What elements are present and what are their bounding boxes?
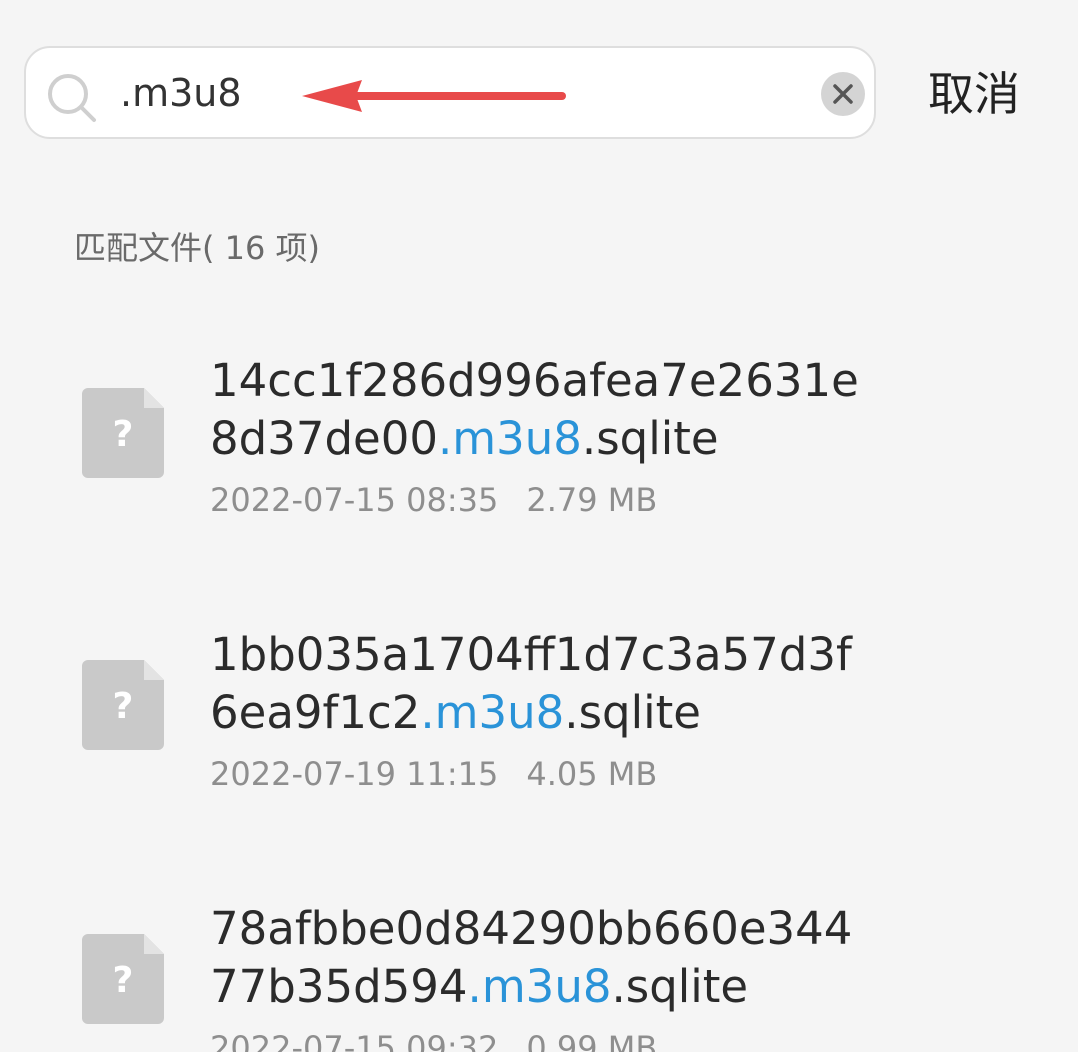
file-date: 2022-07-15 08:35	[210, 481, 499, 519]
unknown-file-icon: ?	[82, 388, 164, 478]
file-date: 2022-07-15 09:32	[210, 1029, 499, 1052]
file-name: 1bb035a1704ff1d7c3a57d3f 6ea9f1c2.m3u8.s…	[210, 628, 852, 739]
file-meta: 2022-07-15 08:35 2.79 MB	[210, 480, 657, 520]
section-heading: 匹配文件( 16 项)	[74, 229, 321, 267]
unknown-file-icon: ?	[82, 660, 164, 750]
file-date: 2022-07-19 11:15	[210, 755, 499, 793]
svg-text:?: ?	[113, 686, 134, 727]
file-name: 78afbbe0d84290bb660e344 77b35d594.m3u8.s…	[210, 902, 853, 1013]
file-meta: 2022-07-19 11:15 4.05 MB	[210, 754, 657, 794]
file-size: 4.05 MB	[526, 755, 658, 793]
file-size: 0.99 MB	[526, 1029, 658, 1052]
search-box[interactable]	[24, 46, 876, 139]
annotation-arrow	[302, 80, 566, 112]
close-icon	[833, 84, 853, 104]
file-meta: 2022-07-15 09:32 0.99 MB	[210, 1028, 657, 1052]
search-icon	[48, 74, 96, 122]
clear-search-button[interactable]	[821, 72, 865, 116]
list-item[interactable]: ? 78afbbe0d84290bb660e344 77b35d594.m3u8…	[0, 900, 1078, 1052]
match-highlight: .m3u8	[467, 960, 612, 1013]
match-highlight: .m3u8	[437, 412, 582, 465]
file-name: 14cc1f286d996afea7e2631e 8d37de00.m3u8.s…	[210, 354, 859, 465]
unknown-file-icon: ?	[82, 934, 164, 1024]
svg-text:?: ?	[113, 414, 134, 455]
file-size: 2.79 MB	[526, 481, 658, 519]
list-item[interactable]: ? 14cc1f286d996afea7e2631e 8d37de00.m3u8…	[0, 352, 1078, 592]
cancel-button[interactable]: 取消	[928, 66, 1020, 122]
match-highlight: .m3u8	[420, 686, 565, 739]
svg-text:?: ?	[113, 960, 134, 1001]
list-item[interactable]: ? 1bb035a1704ff1d7c3a57d3f 6ea9f1c2.m3u8…	[0, 626, 1078, 866]
